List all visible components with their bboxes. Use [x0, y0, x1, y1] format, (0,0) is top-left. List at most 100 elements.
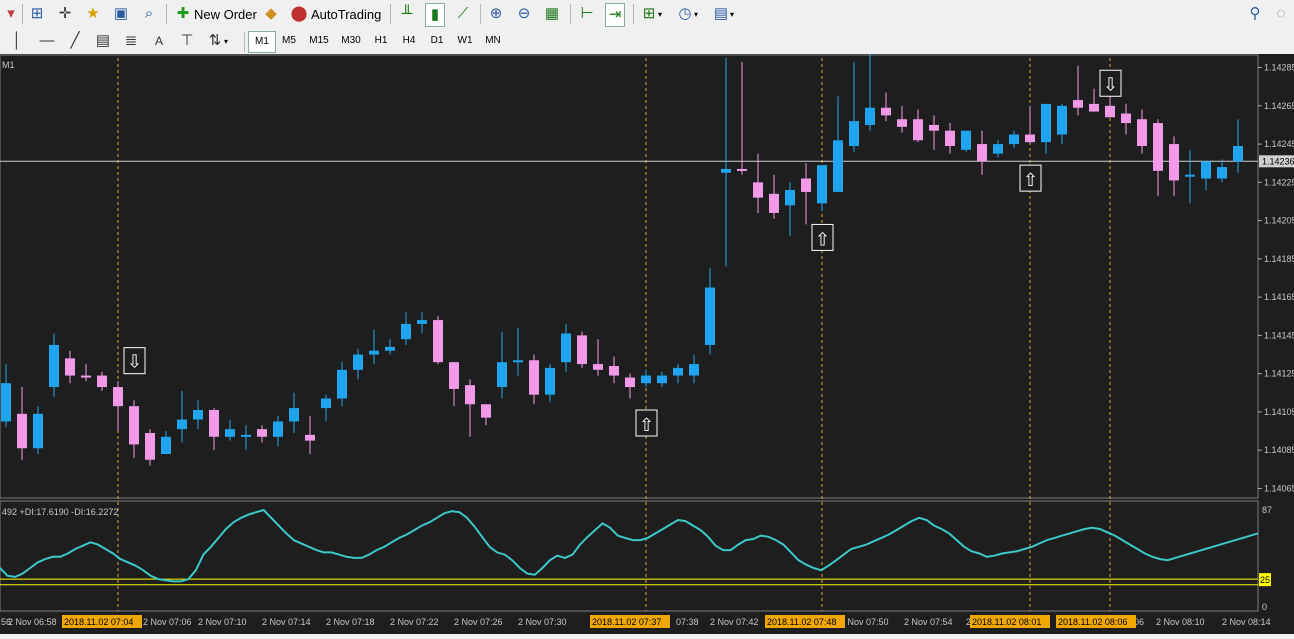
timeframe-h4[interactable]: H4 [396, 31, 422, 51]
timeframe-mn[interactable]: MN [480, 31, 506, 51]
candle-body [1153, 123, 1163, 171]
candle-body [401, 323, 411, 340]
autoscroll-button[interactable]: ⇥ [605, 3, 625, 27]
zoom-out-icon: ⊖ [517, 5, 531, 22]
buy-arrow-icon: ⇧ [815, 229, 830, 249]
bar-chart-button[interactable]: ╨ [398, 3, 416, 25]
current-price-label: 1.14236 [1262, 156, 1294, 166]
candle-body [945, 130, 955, 146]
candle-body [577, 335, 587, 365]
text-tool[interactable]: A [150, 30, 168, 52]
candle-body [65, 358, 75, 376]
candle-body [689, 364, 699, 376]
text-label-tool[interactable]: ⊤ [178, 30, 196, 52]
candle-body [881, 107, 891, 116]
chart-shift-icon: ⊢ [580, 5, 594, 22]
metaeditor-icon: ◆ [265, 5, 277, 22]
zoom-in-icon: ⊕ [489, 5, 503, 22]
candle-body [385, 346, 395, 351]
candle-body [609, 366, 619, 376]
price-tick-label: 1.14185 [1264, 254, 1294, 264]
chart-window[interactable]: M1 1.14285 1.14265 1.14245 1.14225 1.14205 1.1… [0, 52, 1294, 634]
autotrading-button[interactable]: ⬤ AutoTrading [290, 3, 382, 25]
autotrading-icon: ⬤ [290, 5, 308, 22]
price-tick-label: 1.14165 [1264, 292, 1294, 302]
equidistant-channel-icon: ≣ [124, 32, 138, 49]
chat-icon: ◌ [1276, 5, 1286, 22]
toolbar-divider [22, 4, 23, 24]
price-tick-label: 1.14245 [1264, 139, 1294, 149]
candle-body [721, 168, 731, 173]
price-tick-label: 1.14105 [1264, 407, 1294, 417]
profiles-button[interactable]: ⊞ [28, 3, 46, 25]
candle-body [1009, 134, 1019, 145]
time-axis-label: 2 Nov 07:50 [840, 617, 889, 627]
chart-canvas[interactable]: M1 1.14285 1.14265 1.14245 1.14225 1.14205 1.1… [0, 52, 1294, 634]
timeframe-m15[interactable]: M15 [304, 31, 334, 51]
toolbar-divider [480, 4, 481, 24]
candle-body [1025, 134, 1035, 143]
vertical-line-icon: │ [12, 32, 22, 49]
candle-body [209, 410, 219, 437]
event-time-label: 2018.11.02 07:48 [767, 617, 836, 627]
chat-button[interactable]: ◌ [1272, 3, 1290, 25]
price-tick-label: 1.14225 [1264, 177, 1294, 187]
main-toolbar: ▾ ⊞ ✛ ★ ▣ ⌕ ✚ New Order ◆ ⬤ AutoTrading … [0, 0, 1294, 29]
time-axis-label: 2 Nov 08:10 [1156, 617, 1205, 627]
candle-body [1073, 100, 1083, 108]
timeframe-m30[interactable]: M30 [336, 31, 366, 51]
timeframe-h1[interactable]: H1 [368, 31, 394, 51]
timeframe-w1[interactable]: W1 [452, 31, 478, 51]
templates-button[interactable]: ▤ ▾ [712, 3, 734, 25]
candle-body [273, 421, 283, 437]
favorites-icon: ★ [86, 5, 100, 22]
vertical-line-tool[interactable]: │ [8, 30, 26, 52]
sell-arrow-icon: ⇩ [1103, 74, 1118, 94]
time-axis-label: 2 Nov 07:42 [710, 617, 759, 627]
timeframe-m5[interactable]: M5 [276, 31, 302, 51]
strategy-tester-button[interactable]: ⌕ [140, 3, 158, 25]
event-time-label: 2018.11.02 08:01 [972, 617, 1041, 627]
arrows-tool[interactable]: ⇅ ▾ [206, 30, 228, 52]
timeframe-m1[interactable]: M1 [248, 31, 276, 53]
candle-body [641, 375, 651, 384]
candle-body [433, 320, 443, 363]
strategy-tester-icon: ⌕ [144, 5, 154, 22]
candle-body [481, 404, 491, 418]
metaeditor-button[interactable]: ◆ [262, 3, 280, 25]
symbol-label: M1 [2, 60, 15, 70]
crosshair-button[interactable]: ✛ [56, 3, 74, 25]
candlestick-button[interactable]: ▮ [425, 3, 445, 27]
tile-windows-button[interactable]: ▦ [543, 3, 561, 25]
fibonacci-tool[interactable]: ▤ [94, 30, 112, 52]
line-chart-button[interactable]: ⟋ [454, 3, 472, 25]
trendline-tool[interactable]: ╱ [66, 30, 84, 52]
candle-body [929, 124, 939, 131]
candle-body [289, 408, 299, 422]
time-axis-label: 2 Nov 07:54 [904, 617, 953, 627]
event-time-label: 2018.11.02 07:04 [64, 617, 133, 627]
zoom-out-button[interactable]: ⊖ [515, 3, 533, 25]
indicators-button[interactable]: ⊞ ▾ [640, 3, 662, 25]
toolbar-divider [570, 4, 571, 24]
equidistant-channel-tool[interactable]: ≣ [122, 30, 140, 52]
zoom-in-button[interactable]: ⊕ [487, 3, 505, 25]
drawing-toolbar: │ — ╱ ▤ ≣ A ⊤ ⇅ ▾ M1 M5 M15 M30 H1 H4 D1 W1 MN [0, 28, 1294, 55]
candle-body [785, 190, 795, 206]
new-order-button[interactable]: ✚ New Order [174, 3, 257, 25]
timeframe-d1[interactable]: D1 [424, 31, 450, 51]
navigator-button[interactable]: ▣ [112, 3, 130, 25]
candle-body [1233, 146, 1243, 162]
candle-body [561, 333, 571, 363]
tile-windows-icon: ▦ [544, 5, 560, 22]
arrows-icon: ⇅ [208, 32, 222, 49]
candle-body [1217, 167, 1227, 179]
level-label: 25 [1260, 575, 1270, 585]
search-button[interactable]: ⚲ [1246, 3, 1264, 25]
favorites-button[interactable]: ★ [84, 3, 102, 25]
candle-body [305, 434, 315, 441]
chart-shift-button[interactable]: ⊢ [578, 3, 596, 25]
periods-button[interactable]: ◷ ▾ [676, 3, 698, 25]
new-chart-button[interactable]: ▾ [2, 3, 20, 25]
horizontal-line-tool[interactable]: — [38, 30, 56, 52]
